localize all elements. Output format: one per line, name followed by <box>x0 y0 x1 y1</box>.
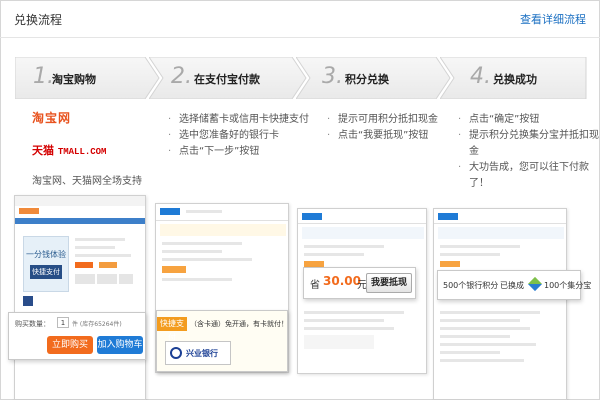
redeem-card: 省 30.00 元 我要抵现 <box>303 267 416 299</box>
instruction-item: 点击“确定”按钮 <box>456 112 600 128</box>
mini-topbar <box>15 196 145 206</box>
purchase-card: 购买数量： 1 件 (库存65264件) 立即购买 加入购物车 <box>8 312 146 360</box>
instruction-item: 大功告成，您可以往下付款了！ <box>456 160 600 192</box>
quick-pay-tag: 快捷支付 <box>157 317 187 342</box>
mini-option <box>119 274 133 284</box>
redeem-button[interactable]: 我要抵现 <box>366 273 412 293</box>
mini-input <box>304 335 374 349</box>
step-3-number: 3. <box>322 64 343 89</box>
step-bar: 1. 淘宝购物 2. 在支付宝付款 3. 积分兑换 4. 兑换成功 <box>15 57 587 99</box>
mini-logo <box>19 208 39 214</box>
step-1: 1. 淘宝购物 <box>15 57 160 99</box>
view-detailed-process-link[interactable]: 查看详细流程 <box>520 11 586 27</box>
step-4-instructions: 点击“确定”按钮 提示积分兑换集分宝并抵扣现金 大功告成，您可以往下付款了！ <box>456 112 600 192</box>
success-screenshot <box>433 208 567 400</box>
jifenbao-icon <box>527 276 543 292</box>
mini-order-bar <box>302 227 424 239</box>
step-2: 2. 在支付宝付款 <box>149 57 307 99</box>
mini-order-bar <box>160 224 286 236</box>
platforms-caption: 淘宝网、天猫网全场支持 <box>32 176 142 187</box>
exchanged-text: 已换成 <box>500 281 524 290</box>
product-banner-top: 一分钱体验 <box>26 250 66 259</box>
mini-thumb <box>23 296 33 306</box>
quantity-input[interactable]: 1 <box>57 317 69 328</box>
mini-order-bar <box>438 227 564 239</box>
step-3: 3. 积分兑换 <box>296 57 451 99</box>
taobao-logo: 淘宝网 <box>32 111 72 125</box>
instruction-item: 点击“下一步”按钮 <box>166 144 309 160</box>
jifenbao-text: 100个集分宝 <box>544 281 592 290</box>
step-1-number: 1. <box>33 64 54 89</box>
instruction-item: 选中您准备好的银行卡 <box>166 128 309 144</box>
step-2-number: 2. <box>171 64 192 89</box>
step-4: 4. 兑换成功 <box>440 57 587 99</box>
step-3-label: 积分兑换 <box>345 73 389 86</box>
bank-logo-icon <box>170 347 182 359</box>
save-amount: 30.00 <box>323 274 361 288</box>
mini-price <box>75 262 93 268</box>
quick-pay-text: （含卡通）免开通，有卡就付！ <box>190 320 288 328</box>
step-4-number: 4. <box>470 64 491 89</box>
mini-price-2 <box>99 262 117 268</box>
instruction-item: 点击“我要抵现”按钮 <box>325 128 438 144</box>
alipay-logo <box>302 213 322 220</box>
buy-now-button[interactable]: 立即购买 <box>47 336 93 354</box>
mini-option <box>75 274 95 284</box>
step-1-label: 淘宝购物 <box>52 73 96 86</box>
tmall-logo-en: TMALL.COM <box>57 147 107 157</box>
mini-amount <box>162 266 186 273</box>
tmall-logo: 天猫 TMALL.COM <box>32 142 142 158</box>
bank-card-option[interactable]: 兴业银行 <box>165 341 231 365</box>
header: 兑换流程 查看详细流程 <box>0 0 600 38</box>
step-4-label: 兑换成功 <box>493 73 537 86</box>
product-banner-bottom: 快捷支付 <box>30 265 62 279</box>
tmall-logo-cn: 天猫 <box>32 144 54 157</box>
step-2-instructions: 选择储蓄卡或信用卡快捷支付 选中您准备好的银行卡 点击“下一步”按钮 <box>166 112 309 160</box>
mini-option <box>97 274 117 284</box>
alipay-logo <box>160 208 180 215</box>
page-title: 兑换流程 <box>14 13 63 27</box>
instruction-item: 提示积分兑换集分宝并抵扣现金 <box>456 128 600 160</box>
quick-pay-card: 快捷支付 （含卡通）免开通，有卡就付！ 兴业银行 <box>156 310 288 372</box>
step-3-instructions: 提示可用积分抵扣现金 点击“我要抵现”按钮 <box>325 112 438 144</box>
add-to-cart-button[interactable]: 加入购物车 <box>97 336 143 354</box>
product-page-screenshot: 一分钱体验 快捷支付 <box>14 195 146 400</box>
step-2-label: 在支付宝付款 <box>194 73 260 86</box>
mini-amount <box>440 261 460 267</box>
instruction-item: 选择储蓄卡或信用卡快捷支付 <box>166 112 309 128</box>
exchange-result-card: 500个银行积分 已换成 100个集分宝 <box>437 270 591 300</box>
bank-name: 兴业银行 <box>186 349 218 358</box>
quantity-label: 购买数量： <box>15 320 50 328</box>
supported-platforms: 淘宝网 天猫 TMALL.COM 淘宝网、天猫网全场支持 <box>32 109 142 187</box>
alipay-logo <box>438 213 458 220</box>
bank-points-text: 500个银行积分 <box>443 281 499 290</box>
stock-text: 件 (库存65264件) <box>72 321 122 328</box>
product-image: 一分钱体验 快捷支付 <box>23 236 69 292</box>
instruction-item: 提示可用积分抵扣现金 <box>325 112 438 128</box>
save-label: 省 <box>310 280 320 291</box>
mini-navbar <box>15 218 145 224</box>
